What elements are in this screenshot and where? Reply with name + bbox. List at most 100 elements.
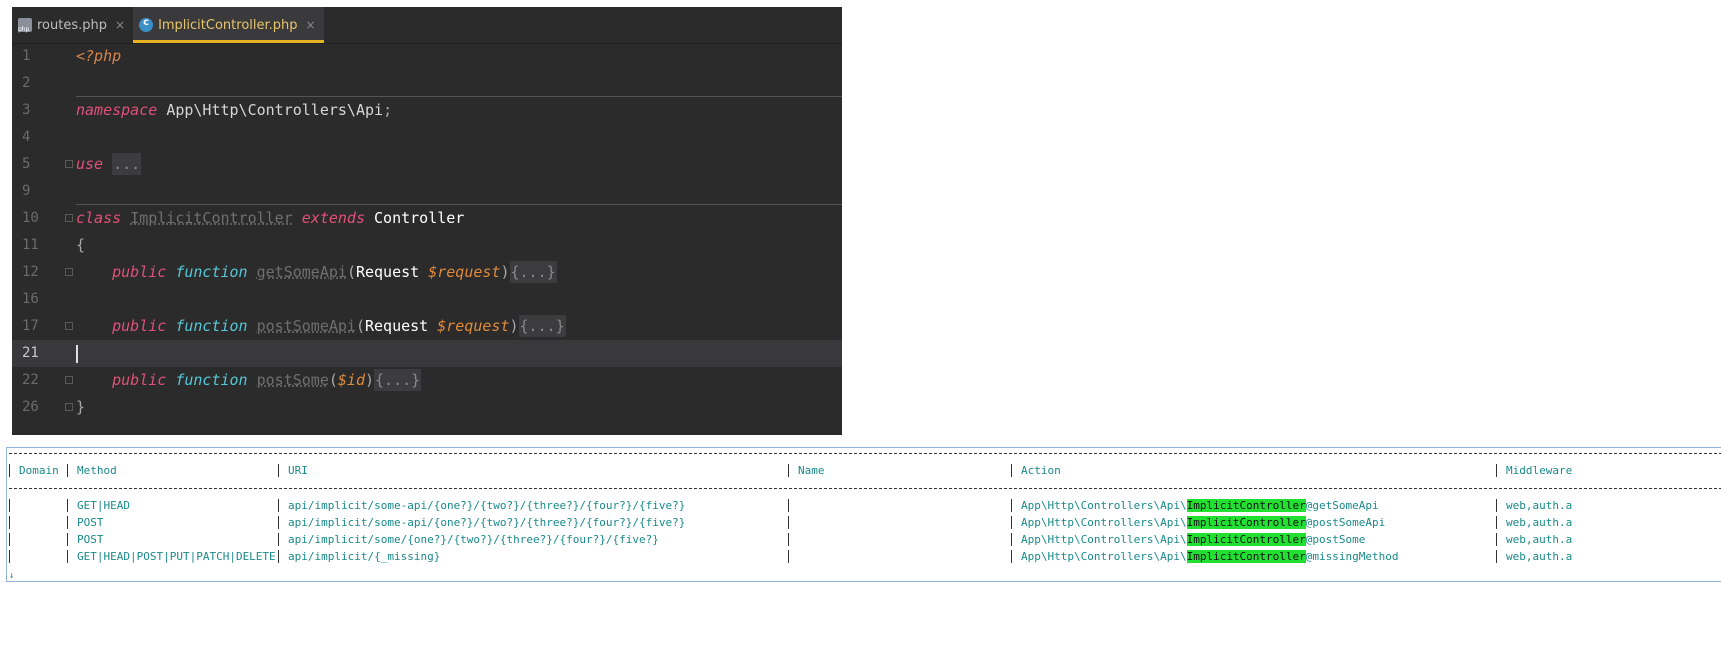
code-line[interactable]: 5 use ... xyxy=(12,151,842,178)
line-number: 17 xyxy=(22,318,39,334)
scroll-down-icon[interactable]: ↓ xyxy=(9,571,14,581)
search-highlight: ImplicitController xyxy=(1186,550,1306,563)
extends-keyword: extends xyxy=(301,209,365,227)
public-keyword: public xyxy=(112,317,167,335)
php-open-tag: <?php xyxy=(76,47,122,65)
table-row: POST api/implicit/some/{one?}/{two?}/{th… xyxy=(7,531,1721,548)
line-number: 26 xyxy=(22,399,39,415)
method-name: getSomeApi xyxy=(256,263,347,281)
fold-toggle-icon[interactable] xyxy=(65,322,73,330)
code-line[interactable]: 9 xyxy=(12,178,842,205)
text-caret xyxy=(76,344,78,363)
route-uri: api/implicit/{_missing} xyxy=(288,550,441,563)
route-list-output[interactable]: Domain Method URI Name Action Middleware… xyxy=(6,447,1721,582)
route-action: App\Http\Controllers\Api\ImplicitControl… xyxy=(1021,550,1399,563)
folded-block[interactable]: {...} xyxy=(374,369,422,391)
class-file-icon xyxy=(139,17,154,32)
param-variable: $request xyxy=(428,263,501,281)
header-domain: Domain xyxy=(19,464,59,477)
header-middleware: Middleware xyxy=(1506,464,1573,477)
line-number: 2 xyxy=(22,75,31,91)
function-keyword: function xyxy=(175,263,248,281)
search-highlight: ImplicitController xyxy=(1186,533,1306,546)
line-number: 9 xyxy=(22,183,31,199)
current-code-line[interactable]: 21 xyxy=(12,340,842,367)
table-border xyxy=(9,453,1721,455)
code-line[interactable]: 17 public function postSomeApi(Request $… xyxy=(12,313,842,340)
line-number: 12 xyxy=(22,264,39,280)
tab-label: ImplicitController.php xyxy=(158,17,298,33)
route-action: App\Http\Controllers\Api\ImplicitControl… xyxy=(1021,516,1386,529)
route-method: GET|HEAD|POST|PUT|PATCH|DELETE xyxy=(77,550,276,563)
route-middleware: web,auth.a xyxy=(1506,550,1573,563)
line-number: 11 xyxy=(22,237,39,253)
line-number: 4 xyxy=(22,129,31,145)
code-line[interactable]: 22 public function postSome($id){...} xyxy=(12,367,842,394)
search-highlight: ImplicitController xyxy=(1186,516,1306,529)
table-row: GET|HEAD api/implicit/some-api/{one?}/{t… xyxy=(7,497,1721,514)
line-number: 5 xyxy=(22,156,31,172)
function-keyword: function xyxy=(175,371,248,389)
line-number: 10 xyxy=(22,210,39,226)
use-keyword: use xyxy=(76,155,104,173)
header-action: Action xyxy=(1021,464,1061,477)
route-action: App\Http\Controllers\Api\ImplicitControl… xyxy=(1021,533,1366,546)
code-line[interactable]: 11 { xyxy=(12,232,842,259)
route-middleware: web,auth.a xyxy=(1506,516,1573,529)
line-number: 1 xyxy=(22,48,31,64)
close-icon[interactable]: × xyxy=(306,18,316,32)
route-middleware: web,auth.a xyxy=(1506,499,1573,512)
line-number: 22 xyxy=(22,372,39,388)
public-keyword: public xyxy=(112,371,167,389)
tab-routes-php[interactable]: routes.php × xyxy=(12,7,133,43)
fold-toggle-icon[interactable] xyxy=(65,214,73,222)
table-row: POST api/implicit/some-api/{one?}/{two?}… xyxy=(7,514,1721,531)
header-method: Method xyxy=(77,464,117,477)
class-name: ImplicitController xyxy=(130,209,293,227)
line-number: 16 xyxy=(22,291,39,307)
fold-toggle-icon[interactable] xyxy=(65,403,73,411)
code-line[interactable]: 10 class ImplicitController extends Cont… xyxy=(12,205,842,232)
fold-toggle-icon[interactable] xyxy=(65,268,73,276)
code-line[interactable]: 3 namespace App\Http\Controllers\Api; xyxy=(12,97,842,124)
folded-block[interactable]: ... xyxy=(112,153,142,175)
code-line[interactable]: 4 xyxy=(12,124,842,151)
route-method: POST xyxy=(77,516,104,529)
table-border xyxy=(9,488,1721,490)
class-keyword: class xyxy=(76,209,122,227)
code-line[interactable]: 1 <?php xyxy=(12,43,842,70)
function-keyword: function xyxy=(175,317,248,335)
method-name: postSome xyxy=(256,371,329,389)
close-icon[interactable]: × xyxy=(115,18,125,32)
line-number: 21 xyxy=(22,345,39,361)
table-header-row: Domain Method URI Name Action Middleware xyxy=(7,462,1721,479)
search-highlight: ImplicitController xyxy=(1186,499,1306,512)
param-variable: $id xyxy=(337,371,365,389)
public-keyword: public xyxy=(112,263,167,281)
namespace-keyword: namespace xyxy=(76,101,158,119)
code-line[interactable]: 26 } xyxy=(12,394,842,421)
param-variable: $request xyxy=(437,317,510,335)
php-file-icon xyxy=(18,18,32,33)
route-uri: api/implicit/some-api/{one?}/{two?}/{thr… xyxy=(288,516,686,529)
method-name: postSomeApi xyxy=(256,317,356,335)
tab-implicitcontroller-php[interactable]: ImplicitController.php × xyxy=(133,7,324,43)
code-line[interactable]: 16 xyxy=(12,286,842,313)
code-editor[interactable]: routes.php × ImplicitController.php × 1 … xyxy=(12,7,842,435)
parent-class: Controller xyxy=(374,209,465,227)
folded-block[interactable]: {...} xyxy=(509,261,557,283)
header-name: Name xyxy=(798,464,825,477)
route-middleware: web,auth.a xyxy=(1506,533,1573,546)
folded-block[interactable]: {...} xyxy=(518,315,566,337)
table-row: GET|HEAD|POST|PUT|PATCH|DELETE api/impli… xyxy=(7,548,1721,565)
namespace-path: App\Http\Controllers\Api xyxy=(166,101,384,119)
code-line[interactable]: 2 xyxy=(12,70,842,97)
route-action: App\Http\Controllers\Api\ImplicitControl… xyxy=(1021,499,1379,512)
fold-toggle-icon[interactable] xyxy=(65,376,73,384)
route-method: POST xyxy=(77,533,104,546)
fold-toggle-icon[interactable] xyxy=(65,160,73,168)
header-uri: URI xyxy=(288,464,308,477)
tab-label: routes.php xyxy=(37,17,107,33)
line-number: 3 xyxy=(22,102,31,118)
code-line[interactable]: 12 public function getSomeApi(Request $r… xyxy=(12,259,842,286)
